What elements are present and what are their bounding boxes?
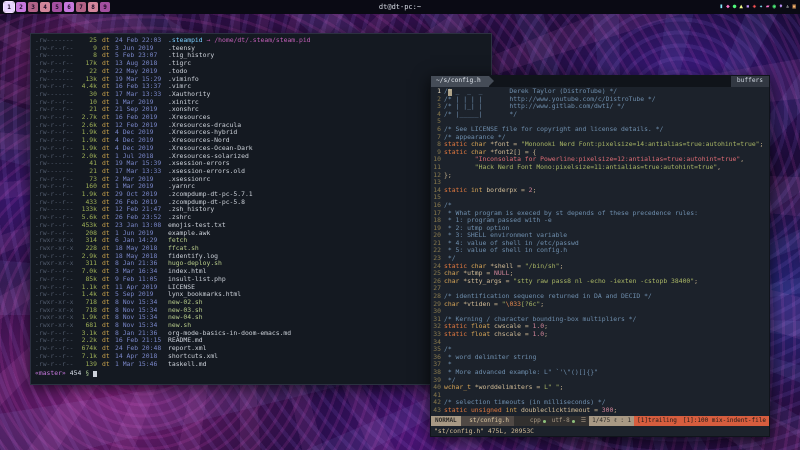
file-date: 1 Mar 15:46 [115,361,168,369]
code-line: 15 [431,194,769,202]
workspace-7[interactable]: 7 [76,2,86,12]
tray-icon-5[interactable]: ▪ [746,2,750,12]
code-lines: 1/* _ _ _ Derek Taylor (DistroTube) */2/… [431,87,769,416]
prompt-count: 454 [70,370,82,378]
code-line: 26char *stty_args = "stty raw pass8 nl -… [431,278,769,286]
statusline-item-3: ☰ [578,416,589,426]
tray-icon-3[interactable]: ● [733,2,737,12]
tray-icon-8[interactable]: ▰ [766,2,770,12]
workspace-9[interactable]: 9 [100,2,110,12]
workspace-3[interactable]: 3 [28,2,38,12]
editor-window[interactable]: ~/s/config.h buffers 1/* _ _ _ Derek Tay… [430,75,770,437]
shell-prompt: «master» 454 § [35,370,487,378]
status-dot-icon [543,420,546,423]
workspace-6[interactable]: 6 [64,2,74,12]
code-line: 34 [431,339,769,347]
vim-cursor [448,89,452,96]
symlink-target: → /home/dt/.steam/steam.pid [207,37,311,45]
tab-arrow-icon [489,76,494,86]
code-line: 29char *vtiden = "\033[?6c"; [431,301,769,309]
file-list: .rw-------25dt24 Feb 22:03.steampid→ /ho… [35,37,487,368]
window-title: dt@dt-pc:~ [0,3,800,11]
statusline: NORMAL st/config.h cpputf-8☰1/475 ℓ : 1[… [431,416,769,426]
statusline-item-2: utf-8 [549,416,578,426]
tray-icon-6[interactable]: ◈ [753,2,757,12]
code-line: 4/* |_____| */ [431,111,769,119]
file-row: .rw-r--r--139 dt1 Mar 15:46taskell.md [35,361,487,369]
code-line: 12}; [431,172,769,180]
workspace-8[interactable]: 8 [88,2,98,12]
file-owner: dt [102,361,115,369]
statusline-item-4: 1/475 ℓ : 1 [589,416,634,426]
file-name: taskell.md [168,361,206,369]
statusline-item-1: cpp [527,416,549,426]
prompt-symbol: § [85,370,89,378]
tray-icon-12[interactable]: ▣ [792,2,796,12]
line-number: 43 [431,407,444,415]
tray: ▮◆●▲▪◈✦▰◉♦▵▣ [720,2,797,12]
tray-icon-7[interactable]: ✦ [759,2,763,12]
tray-icon-9[interactable]: ◉ [773,2,777,12]
file-permissions: .rw-r--r-- [35,361,75,369]
git-branch-label: «master» [35,370,66,378]
workspace-2[interactable]: 2 [16,2,26,12]
statusline-right: cpputf-8☰1/475 ℓ : 1[1]trailing[1]:100 m… [527,416,769,426]
code-line: 11 "Hack Nerd Font Mono:pixelsize=11:ant… [431,164,769,172]
status-dot-icon [572,420,575,423]
code-line: 40wchar_t *worddelimiters = L" "; [431,384,769,392]
top-bar: 123456789 dt@dt-pc:~ ▮◆●▲▪◈✦▰◉♦▵▣ [0,0,800,14]
code-line: 43static unsigned int doubleclicktimeout… [431,407,769,415]
terminal-cursor [93,371,97,378]
tray-icon-4[interactable]: ▲ [739,2,743,12]
statusline-fill [514,416,527,426]
code-line: 22 * 5: value of shell in config.h [431,247,769,255]
tray-icon-11[interactable]: ▵ [786,2,790,12]
workspace-4[interactable]: 4 [40,2,50,12]
statusline-item-5: [1]trailing [634,416,680,426]
workspace-list: 123456789 [4,2,110,12]
code-line: 33static float chscale = 1.0; [431,331,769,339]
code-line: 36 * word delimiter string [431,354,769,362]
workspace-5[interactable]: 5 [52,2,62,12]
statusline-item-6: [1]:100 mix-indent-file [680,416,769,426]
tray-icon-1[interactable]: ▮ [720,2,724,12]
file-size: 139 [75,361,97,369]
vim-mode-indicator: NORMAL [431,416,461,426]
workspace-1[interactable]: 1 [4,2,14,12]
tray-icon-2[interactable]: ◆ [726,2,730,12]
tab-config-h[interactable]: ~/s/config.h [431,76,489,87]
code-line: 14static int borderpx = 2; [431,187,769,195]
editor-tabline: ~/s/config.h buffers [431,76,769,87]
tray-icon-10[interactable]: ♦ [779,2,783,12]
terminal-window-left[interactable]: .rw-------25dt24 Feb 22:03.steampid→ /ho… [30,33,492,385]
vim-cmdline: "st/config.h" 475L, 20953C [431,426,769,436]
buffers-label[interactable]: buffers [731,76,769,87]
statusline-filename: st/config.h [461,416,514,426]
code-line: 38 * More advanced example: L" `'\"()[]{… [431,369,769,377]
